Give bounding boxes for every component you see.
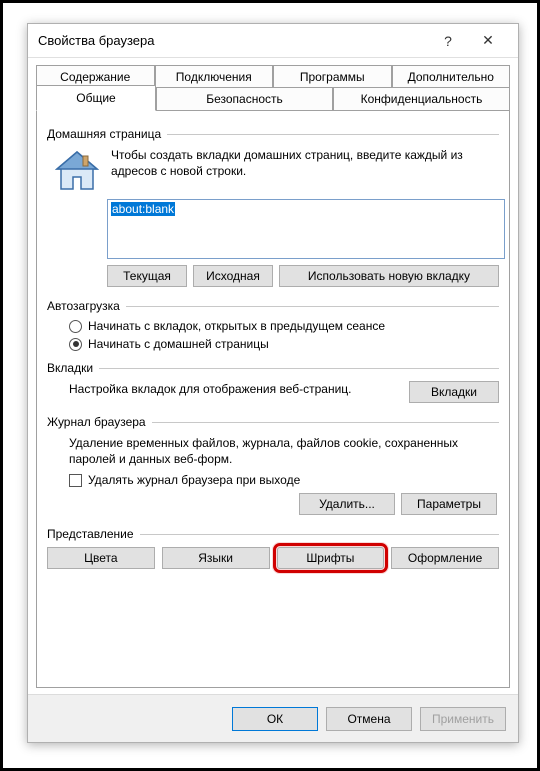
cancel-button[interactable]: Отмена — [326, 707, 412, 731]
tab-privacy[interactable]: Конфиденциальность — [333, 87, 510, 110]
tabstrip: Содержание Подключения Программы Дополни… — [36, 65, 510, 110]
radio-icon — [69, 338, 82, 351]
tabs-settings-button[interactable]: Вкладки — [409, 381, 499, 403]
history-settings-button[interactable]: Параметры — [401, 493, 497, 515]
dialog-window: Свойства браузера ? ✕ Содержание Подключ… — [27, 23, 519, 743]
tab-programs[interactable]: Программы — [273, 65, 392, 88]
radio-start-last-session[interactable]: Начинать с вкладок, открытых в предыдуще… — [69, 319, 499, 333]
tabs-desc: Настройка вкладок для отображения веб-ст… — [69, 381, 399, 397]
history-desc: Удаление временных файлов, журнала, файл… — [69, 435, 499, 467]
ok-button[interactable]: ОК — [232, 707, 318, 731]
apply-button[interactable]: Применить — [420, 707, 506, 731]
languages-button[interactable]: Языки — [162, 547, 270, 569]
delete-history-button[interactable]: Удалить... — [299, 493, 395, 515]
close-button[interactable]: ✕ — [468, 26, 508, 56]
use-current-button[interactable]: Текущая — [107, 265, 187, 287]
tab-panel-general: Домашняя страница Чтобы создать вкладки … — [36, 110, 510, 688]
home-icon — [53, 149, 101, 193]
tab-advanced[interactable]: Дополнительно — [392, 65, 511, 88]
use-default-button[interactable]: Исходная — [193, 265, 273, 287]
titlebar: Свойства браузера ? ✕ — [28, 24, 518, 58]
homepage-desc: Чтобы создать вкладки домашних страниц, … — [111, 147, 499, 193]
group-appearance: Представление — [47, 527, 499, 541]
radio-icon — [69, 320, 82, 333]
colors-button[interactable]: Цвета — [47, 547, 155, 569]
group-tabs: Вкладки — [47, 361, 499, 375]
tab-connections[interactable]: Подключения — [155, 65, 274, 88]
tab-general[interactable]: Общие — [36, 85, 156, 111]
tab-security[interactable]: Безопасность — [156, 87, 333, 110]
group-history: Журнал браузера — [47, 415, 499, 429]
dialog-footer: ОК Отмена Применить — [28, 694, 518, 742]
radio-start-homepage[interactable]: Начинать с домашней страницы — [69, 337, 499, 351]
window-title: Свойства браузера — [38, 33, 428, 48]
fonts-button[interactable]: Шрифты — [277, 547, 385, 569]
group-homepage: Домашняя страница — [47, 127, 499, 141]
use-newtab-button[interactable]: Использовать новую вкладку — [279, 265, 499, 287]
delete-on-exit-checkbox[interactable]: Удалять журнал браузера при выходе — [69, 473, 499, 487]
help-button[interactable]: ? — [428, 26, 468, 56]
homepage-input[interactable]: about:blank — [107, 199, 505, 259]
checkbox-icon — [69, 474, 82, 487]
group-startup: Автозагрузка — [47, 299, 499, 313]
accessibility-button[interactable]: Оформление — [391, 547, 499, 569]
